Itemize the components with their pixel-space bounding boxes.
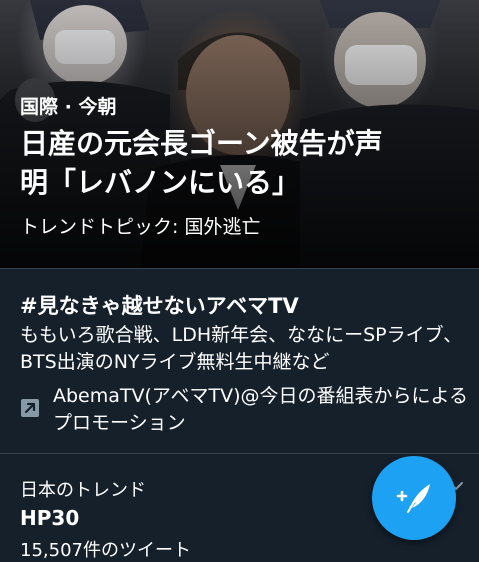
hero-headline-line1: 日産の元会長ゴーン被告が声	[20, 127, 383, 160]
promoted-hashtag[interactable]: #見なきゃ越せないアベマTV	[20, 290, 299, 320]
compose-tweet-button[interactable]	[372, 456, 456, 540]
hero-headline-line2: 明「レバノンにいる」	[20, 166, 301, 199]
promoted-by-line1: AbemaTV(アベマTV)@今日の番組表からによる	[53, 385, 468, 407]
compose-tweet-icon	[396, 484, 430, 513]
hero-news-card[interactable]: 国際 · 今朝 日産の元会長ゴーン被告が声 明「レバノンにいる」 トレンドトピッ…	[0, 0, 479, 268]
trend-tweet-count: 15,507件のツイート	[20, 540, 191, 561]
promoted-description: ももいろ歌合戦、LDH新年会、ななにーSPライブ、BTS出演のNYライブ無料生中…	[20, 324, 463, 373]
divider	[0, 453, 479, 454]
hero-category-time: 国際 · 今朝	[20, 96, 117, 118]
promoted-by: AbemaTV(アベマTV)@今日の番組表からによる プロモーション	[53, 383, 479, 437]
hero-trend-topic: トレンドトピック: 国外逃亡	[20, 216, 261, 238]
trend-name[interactable]: HP30	[20, 506, 79, 530]
promoted-by-line2: プロモーション	[53, 412, 186, 434]
hero-headline: 日産の元会長ゴーン被告が声 明「レバノンにいる」	[20, 124, 461, 202]
divider	[0, 268, 479, 269]
promoted-arrow-icon	[20, 398, 40, 418]
trend-location: 日本のトレンド	[20, 480, 146, 501]
